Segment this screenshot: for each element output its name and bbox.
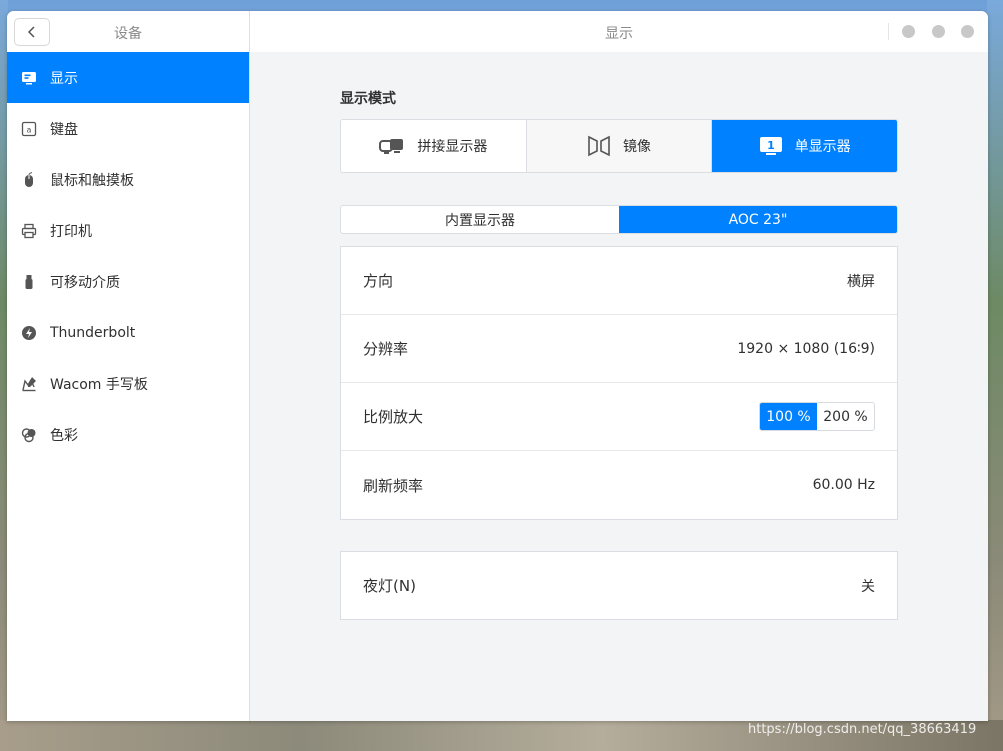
main-content: 显示 显示模式 拼接显示器 镜像 1 单显示器 内置显示器 AOC 23" 方向… — [250, 11, 988, 721]
scale-selector: 100 % 200 % — [759, 402, 875, 431]
sidebar-list: 显示 a 键盘 鼠标和触摸板 打印机 可移动介质 Thunderbolt Wac… — [7, 52, 249, 460]
night-light-label: 夜灯(N) — [363, 577, 416, 595]
printer-icon — [21, 223, 37, 239]
orientation-row[interactable]: 方向 横屏 — [341, 247, 897, 315]
desktop-background-right — [987, 0, 1003, 751]
sidebar-header: 设备 — [7, 11, 249, 52]
sidebar-item-removable-media[interactable]: 可移动介质 — [7, 256, 249, 307]
orientation-value[interactable]: 横屏 — [847, 271, 875, 291]
single-display-button[interactable]: 1 单显示器 — [712, 120, 897, 172]
scale-row: 比例放大 100 % 200 % — [341, 383, 897, 451]
sidebar-item-keyboard[interactable]: a 键盘 — [7, 103, 249, 154]
thunderbolt-icon — [21, 325, 37, 341]
sidebar-item-wacom[interactable]: Wacom 手写板 — [7, 358, 249, 409]
display-settings-card: 方向 横屏 分辨率 1920 × 1080 (16∶9) 比例放大 100 % … — [340, 246, 898, 520]
maximize-button[interactable] — [932, 25, 945, 38]
minimize-button[interactable] — [902, 25, 915, 38]
mirror-button[interactable]: 镜像 — [526, 120, 713, 172]
sidebar-item-label: 鼠标和触摸板 — [50, 172, 134, 189]
sidebar-item-label: 可移动介质 — [50, 274, 120, 291]
display-mode-selector: 拼接显示器 镜像 1 单显示器 — [340, 119, 898, 173]
window-title: 显示 — [605, 26, 633, 42]
monitor-selector: 内置显示器 AOC 23" — [340, 205, 898, 234]
close-button[interactable] — [961, 25, 974, 38]
sidebar: 设备 显示 a 键盘 鼠标和触摸板 打印机 可移动介质 Thunderbolt … — [7, 11, 250, 721]
tab-aoc-display[interactable]: AOC 23" — [619, 206, 897, 233]
sidebar-item-printer[interactable]: 打印机 — [7, 205, 249, 256]
sidebar-item-label: 键盘 — [50, 121, 78, 138]
scale-100-button[interactable]: 100 % — [760, 403, 817, 430]
night-light-card: 夜灯(N) 关 — [340, 551, 898, 620]
resolution-label: 分辨率 — [363, 340, 409, 358]
night-light-value[interactable]: 关 — [861, 576, 875, 596]
single-display-label: 单显示器 — [794, 139, 851, 155]
scale-label: 比例放大 — [363, 408, 424, 426]
mirror-icon — [587, 134, 611, 158]
titlebar-separator — [888, 23, 889, 40]
mouse-icon — [21, 171, 37, 188]
join-displays-icon — [379, 136, 405, 156]
settings-window: 设备 显示 a 键盘 鼠标和触摸板 打印机 可移动介质 Thunderbolt … — [7, 11, 988, 721]
watermark-text: https://blog.csdn.net/qq_38663419 — [748, 722, 977, 737]
refresh-rate-row[interactable]: 刷新频率 60.00 Hz — [341, 451, 897, 519]
sidebar-item-thunderbolt[interactable]: Thunderbolt — [7, 307, 249, 358]
refresh-rate-value[interactable]: 60.00 Hz — [813, 477, 875, 493]
resolution-value[interactable]: 1920 × 1080 (16∶9) — [737, 341, 875, 357]
resolution-row[interactable]: 分辨率 1920 × 1080 (16∶9) — [341, 315, 897, 383]
night-light-row[interactable]: 夜灯(N) 关 — [341, 552, 897, 619]
wacom-tablet-icon — [21, 376, 37, 392]
svg-text:1: 1 — [767, 139, 775, 152]
sidebar-title: 设备 — [114, 26, 142, 42]
mirror-label: 镜像 — [623, 139, 651, 155]
svg-text:a: a — [27, 125, 32, 134]
orientation-label: 方向 — [363, 272, 394, 290]
usb-drive-icon — [21, 274, 37, 290]
keyboard-icon: a — [21, 121, 37, 137]
sidebar-item-label: 色彩 — [50, 427, 78, 444]
sidebar-item-display[interactable]: 显示 — [7, 52, 249, 103]
refresh-rate-label: 刷新频率 — [363, 476, 424, 495]
scale-200-button[interactable]: 200 % — [817, 403, 874, 430]
join-displays-label: 拼接显示器 — [417, 139, 488, 155]
color-icon — [21, 427, 37, 443]
sidebar-item-label: Thunderbolt — [50, 324, 136, 341]
tab-builtin-display[interactable]: 内置显示器 — [341, 206, 619, 233]
title-bar: 显示 — [250, 11, 988, 52]
join-displays-button[interactable]: 拼接显示器 — [341, 120, 527, 172]
sidebar-item-label: 打印机 — [50, 223, 92, 240]
display-mode-title: 显示模式 — [340, 91, 396, 107]
single-display-icon: 1 — [759, 136, 783, 156]
display-icon — [21, 70, 37, 86]
sidebar-item-label: Wacom 手写板 — [50, 376, 148, 393]
sidebar-item-mouse[interactable]: 鼠标和触摸板 — [7, 154, 249, 205]
sidebar-item-label: 显示 — [50, 70, 78, 87]
sidebar-item-color[interactable]: 色彩 — [7, 409, 249, 460]
